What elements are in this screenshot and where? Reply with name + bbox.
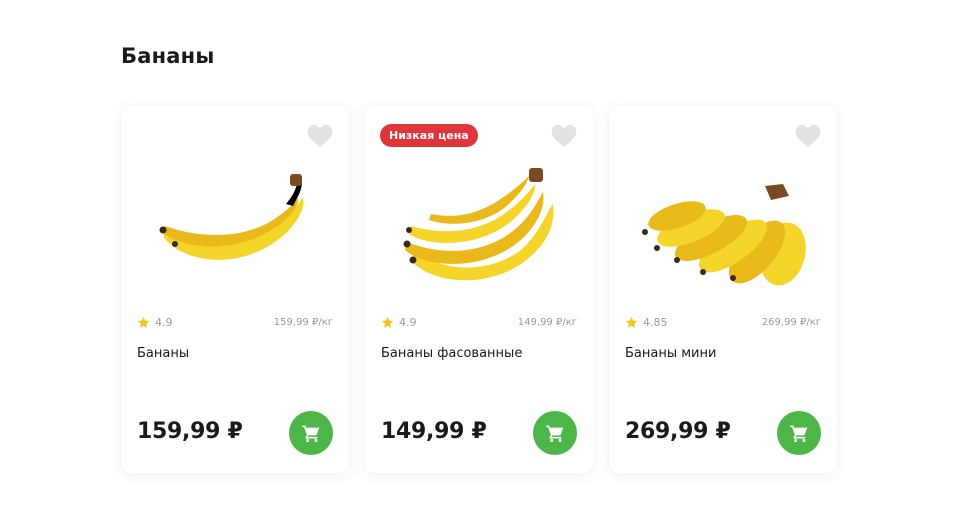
add-to-cart-button[interactable] [777, 411, 821, 455]
unit-price: 269,99 ₽/кг [761, 317, 821, 328]
rating-value: 4.9 [155, 316, 173, 329]
banana-bunch-image[interactable] [389, 164, 569, 306]
favorite-heart-icon[interactable] [307, 124, 333, 148]
product-meta: 4.9 149,99 ₽/кг [381, 316, 577, 329]
product-grid: 4.9 159,99 ₽/кг Бананы 159,99 ₽ Низкая ц… [121, 106, 837, 473]
unit-price: 159,99 ₽/кг [273, 317, 333, 328]
unit-price: 149,99 ₽/кг [517, 317, 577, 328]
product-name[interactable]: Бананы фасованные [381, 346, 577, 361]
rating-value: 4.85 [643, 316, 668, 329]
rating-value: 4.9 [399, 316, 417, 329]
cart-icon [790, 425, 808, 442]
mini-banana-bunch-image[interactable] [633, 164, 813, 306]
product-price: 149,99 ₽ [381, 419, 487, 444]
product-card[interactable]: Низкая цена 4.9 149,99 ₽/кг Бананы фасов… [365, 106, 593, 473]
page-title: Бананы [121, 44, 215, 68]
product-card[interactable]: 4.85 269,99 ₽/кг Бананы мини 269,99 ₽ [609, 106, 837, 473]
add-to-cart-button[interactable] [289, 411, 333, 455]
add-to-cart-button[interactable] [533, 411, 577, 455]
favorite-heart-icon[interactable] [795, 124, 821, 148]
star-icon [381, 316, 394, 328]
banana-single-image[interactable] [145, 164, 325, 306]
low-price-badge: Низкая цена [380, 124, 478, 147]
product-price: 269,99 ₽ [625, 419, 731, 444]
cart-icon [546, 425, 564, 442]
product-price: 159,99 ₽ [137, 419, 243, 444]
cart-icon [302, 425, 320, 442]
product-meta: 4.9 159,99 ₽/кг [137, 316, 333, 329]
rating: 4.9 [381, 316, 417, 329]
star-icon [625, 316, 638, 328]
product-card[interactable]: 4.9 159,99 ₽/кг Бананы 159,99 ₽ [121, 106, 349, 473]
favorite-heart-icon[interactable] [551, 124, 577, 148]
rating: 4.85 [625, 316, 668, 329]
star-icon [137, 316, 150, 328]
product-name[interactable]: Бананы мини [625, 346, 821, 361]
product-name[interactable]: Бананы [137, 346, 333, 361]
rating: 4.9 [137, 316, 173, 329]
product-meta: 4.85 269,99 ₽/кг [625, 316, 821, 329]
